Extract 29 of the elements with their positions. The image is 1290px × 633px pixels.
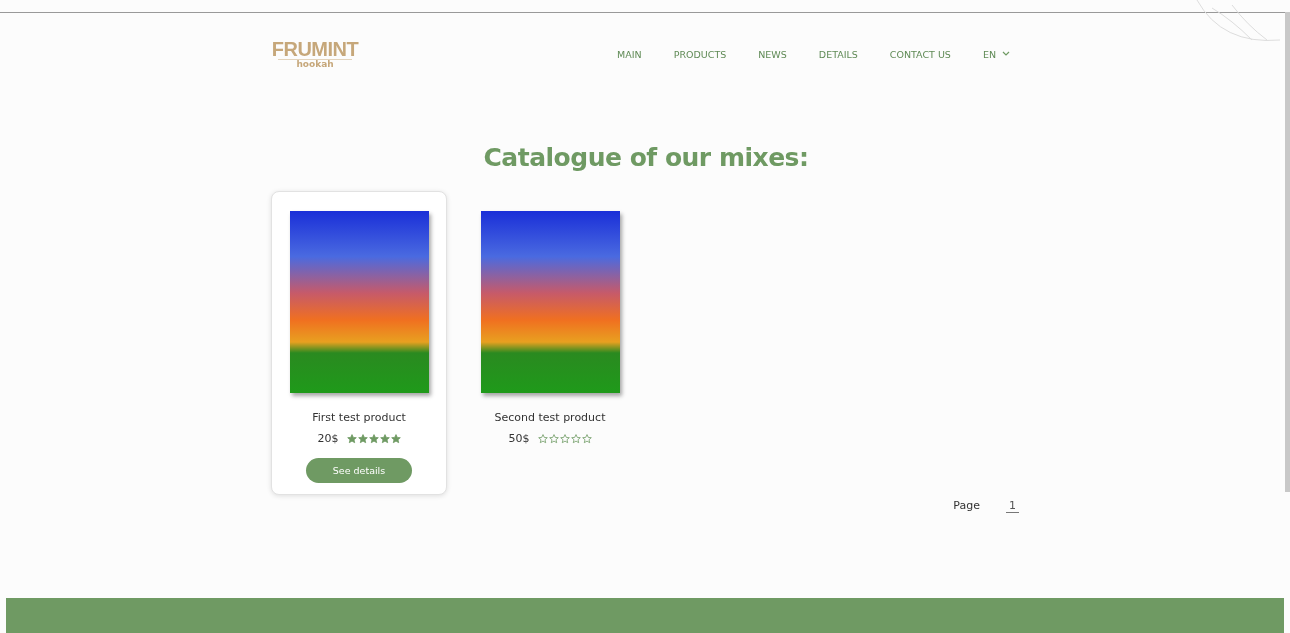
- empty-star-icon: [581, 433, 592, 444]
- page-link[interactable]: 1: [1006, 499, 1019, 513]
- page-title: Catalogue of our mixes:: [482, 142, 810, 174]
- see-details-button[interactable]: See details: [306, 458, 412, 483]
- product-card[interactable]: First test product 20$ See details: [271, 191, 447, 495]
- product-card[interactable]: Second test product 50$: [462, 191, 638, 495]
- product-price: 50$: [508, 432, 530, 445]
- empty-star-icon: [570, 433, 581, 444]
- filled-star-icon: [368, 433, 379, 444]
- filled-star-icon: [379, 433, 390, 444]
- filled-star-icon: [357, 433, 368, 444]
- page-label: Page: [953, 499, 980, 513]
- product-price: 20$: [317, 432, 339, 445]
- product-name: First test product: [312, 411, 406, 424]
- filled-star-icon: [390, 433, 401, 444]
- empty-star-icon: [537, 433, 548, 444]
- nav-link[interactable]: PRODUCTS: [673, 48, 727, 60]
- filled-star-icon: [346, 433, 357, 444]
- nav-link[interactable]: CONTACT US: [889, 48, 951, 60]
- logo[interactable]: FRUMINT hookah: [271, 39, 359, 69]
- nav-link[interactable]: MAIN: [617, 48, 642, 60]
- nav-link[interactable]: DETAILS: [818, 48, 858, 60]
- empty-star-icon: [559, 433, 570, 444]
- empty-star-icon: [548, 433, 559, 444]
- product-name: Second test product: [494, 411, 606, 424]
- scrollbar[interactable]: [1285, 12, 1290, 492]
- chevron-down-icon: [1002, 51, 1010, 57]
- nav-link[interactable]: NEWS: [758, 48, 787, 60]
- language-dropdown[interactable]: EN: [982, 48, 1010, 60]
